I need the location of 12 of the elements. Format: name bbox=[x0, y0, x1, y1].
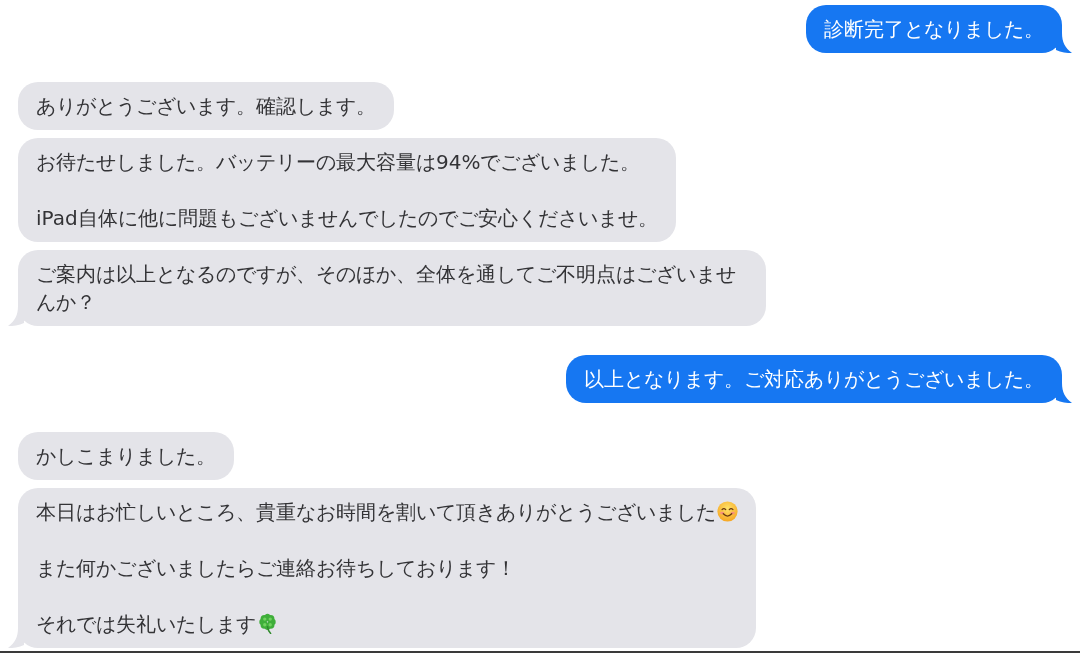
message-text: それでは失礼いたします bbox=[36, 612, 256, 636]
message-text: iPad自体に他に問題もございませんでしたのでご安心くださいませ。 bbox=[36, 206, 658, 230]
message-text: ご案内は以上となるのですが、そのほか、全体を通してご不明点はございませんか？ bbox=[36, 262, 736, 314]
four-leaf-clover-icon bbox=[257, 613, 278, 634]
message-text: かしこまりました。 bbox=[36, 444, 216, 468]
message-text: また何かございましたらご連絡お待ちしております！ bbox=[36, 556, 516, 580]
message-text: お待たせしました。バッテリーの最大容量は94%でございました。 bbox=[36, 150, 641, 174]
message-text: 診断完了となりました。 bbox=[824, 17, 1044, 41]
message-text: 本日はお忙しいところ、貴重なお時間を割いて頂きありがとうございました bbox=[36, 500, 716, 524]
message-text: 以上となります。ご対応ありがとうございました。 bbox=[584, 367, 1044, 391]
smiling-face-icon bbox=[717, 501, 738, 522]
message-text: ありがとうございます。確認します。 bbox=[36, 94, 376, 118]
